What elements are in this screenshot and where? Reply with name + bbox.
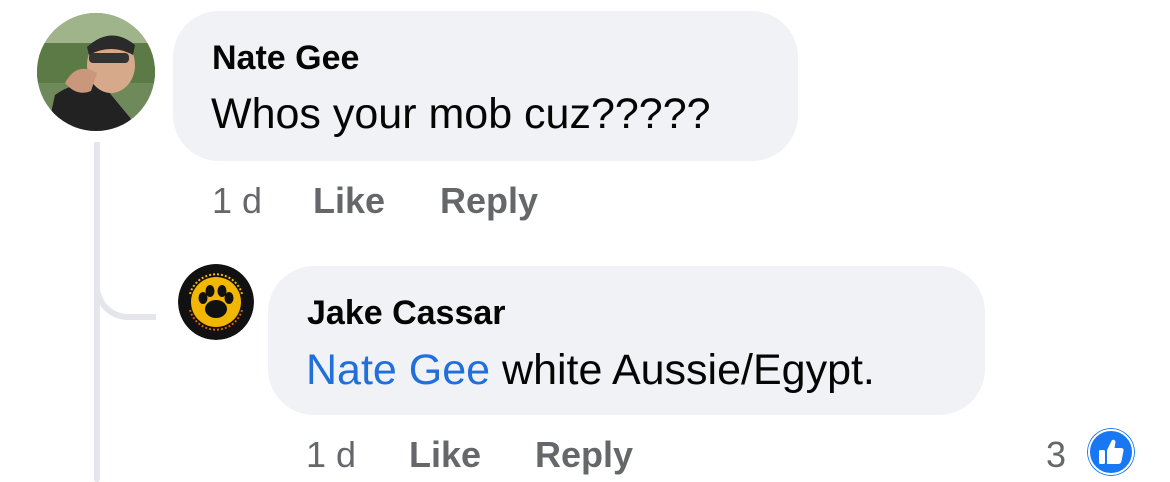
comment-text: Nate Gee white Aussie/Egypt. (306, 346, 875, 395)
like-button[interactable]: Like (409, 434, 481, 476)
mention-link[interactable]: Nate Gee (306, 346, 490, 394)
reply-connector-line (94, 142, 156, 320)
comment-author[interactable]: Jake Cassar (307, 294, 506, 333)
like-thumb-icon-graphic (1087, 428, 1135, 476)
avatar-jake-cassar[interactable] (178, 264, 254, 340)
comment-author[interactable]: Nate Gee (212, 39, 359, 78)
comment-body: white Aussie/Egypt. (490, 346, 875, 394)
reply-button[interactable]: Reply (440, 180, 538, 222)
comment-timestamp[interactable]: 1 d (306, 434, 356, 476)
reaction-count[interactable]: 3 (1046, 434, 1066, 476)
like-thumb-icon[interactable] (1087, 428, 1135, 476)
reply-button[interactable]: Reply (535, 434, 633, 476)
comment-text: Whos your mob cuz????? (211, 90, 711, 138)
like-button[interactable]: Like (313, 180, 385, 222)
paw-print-logo (178, 264, 254, 340)
comment-timestamp[interactable]: 1 d (212, 180, 262, 222)
avatar-nate-gee[interactable] (37, 13, 155, 131)
avatar-photo (37, 13, 155, 131)
